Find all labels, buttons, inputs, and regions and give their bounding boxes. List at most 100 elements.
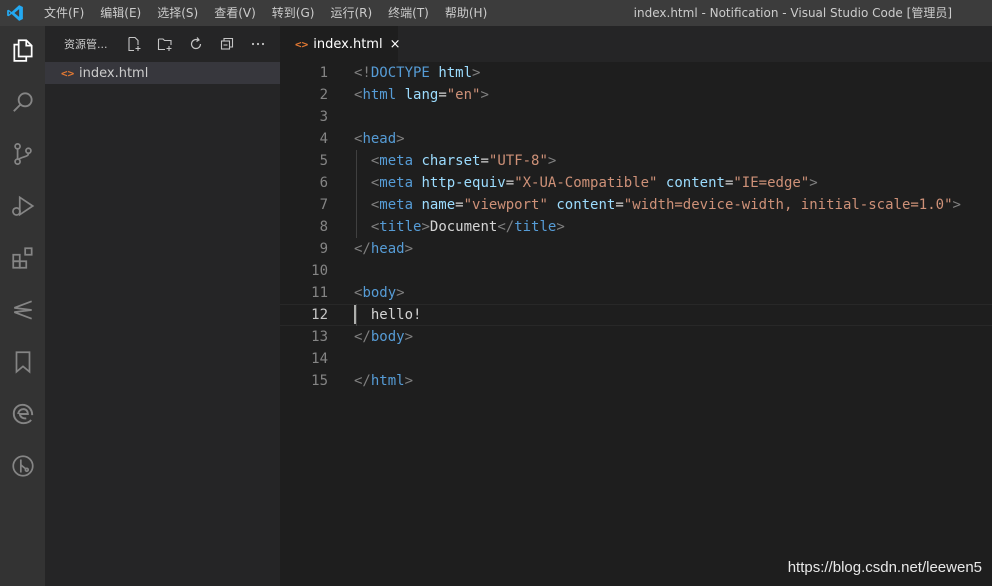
code-token: html <box>362 87 397 103</box>
file-name: index.html <box>79 65 149 81</box>
code-token: meta <box>379 153 414 169</box>
window-title: index.html - Notification - Visual Studi… <box>633 6 952 20</box>
code-token: = <box>455 197 464 213</box>
menu-edit[interactable]: 编辑(E) <box>92 0 149 26</box>
activity-bar <box>0 26 45 586</box>
code-token: charset <box>421 153 481 169</box>
vscode-logo-icon <box>4 0 26 26</box>
code-token: = <box>480 153 489 169</box>
code-token: > <box>404 373 414 389</box>
line-number-gutter: 1 2 3 4 5 6 7 8 9 10 11 12 13 14 15 <box>280 62 340 392</box>
edge-icon[interactable] <box>0 390 45 438</box>
explorer-sidebar: 资源管... <> index.html <box>45 26 280 586</box>
git-graph-icon[interactable] <box>0 442 45 490</box>
tab-index-html[interactable]: <> index.html × <box>280 26 401 62</box>
line-number: 9 <box>319 241 328 257</box>
indent-guide <box>356 150 357 238</box>
code-line[interactable]: <title>Document</title> <box>354 216 992 238</box>
code-token: = <box>505 175 515 191</box>
code-line[interactable]: </body> <box>354 326 992 348</box>
files-icon[interactable] <box>0 26 45 74</box>
line-number: 3 <box>319 109 328 125</box>
menu-terminal[interactable]: 终端(T) <box>380 0 437 26</box>
code-token: </ <box>354 329 371 345</box>
code-line[interactable] <box>354 260 992 282</box>
code-line[interactable]: <body> <box>354 282 992 304</box>
code-line[interactable] <box>354 106 992 128</box>
search-icon[interactable] <box>0 78 45 126</box>
code-area[interactable]: <!DOCTYPE html> <html lang="en"> <head> <m… <box>354 62 992 392</box>
code-token: "viewport" <box>463 197 548 213</box>
code-token: meta <box>379 175 414 191</box>
extensions-icon[interactable] <box>0 234 45 282</box>
code-token: > <box>396 285 405 301</box>
line-number: 2 <box>319 87 328 103</box>
code-token: Document <box>429 219 498 235</box>
code-token: > <box>952 197 961 213</box>
code-token: title <box>379 219 422 235</box>
explorer-title: 资源管... <box>64 38 108 51</box>
line-number: 15 <box>311 373 328 389</box>
code-token: body <box>362 285 397 301</box>
code-token: </ <box>497 219 515 235</box>
menu-selection[interactable]: 选择(S) <box>149 0 206 26</box>
new-file-icon[interactable] <box>123 33 145 55</box>
menu-file[interactable]: 文件(F) <box>36 0 92 26</box>
title-bar: 文件(F) 编辑(E) 选择(S) 查看(V) 转到(G) 运行(R) 终端(T… <box>0 0 992 26</box>
html-file-icon: <> <box>61 66 75 80</box>
new-folder-icon[interactable] <box>154 33 176 55</box>
menu-run[interactable]: 运行(R) <box>322 0 380 26</box>
line-number: 4 <box>319 131 328 147</box>
line-number: 13 <box>311 329 328 345</box>
code-token: "en" <box>446 87 481 103</box>
code-token: html <box>370 373 405 389</box>
code-token: head <box>362 131 397 147</box>
run-debug-icon[interactable] <box>0 182 45 230</box>
code-token: http-equiv <box>421 175 506 191</box>
code-token: body <box>370 329 405 345</box>
refresh-icon[interactable] <box>185 33 207 55</box>
collapse-all-icon[interactable] <box>216 33 238 55</box>
code-token: "X-UA-Compatible" <box>514 175 658 191</box>
menu-help[interactable]: 帮助(H) <box>437 0 495 26</box>
code-token: content <box>665 175 725 191</box>
code-token: > <box>404 241 414 257</box>
editor-tab-bar: <> index.html × <box>280 26 992 62</box>
line-number: 7 <box>319 197 328 213</box>
code-token: <! <box>354 65 371 81</box>
code-line[interactable]: <head> <box>354 128 992 150</box>
menu-view[interactable]: 查看(V) <box>206 0 264 26</box>
line-number: 11 <box>311 285 328 301</box>
code-editor[interactable]: 1 2 3 4 5 6 7 8 9 10 11 12 13 14 15 <!DOCTYPE html> <ht… <box>280 62 992 586</box>
code-token: > <box>472 65 481 81</box>
code-line[interactable]: <meta http-equiv="X-UA-Compatible" conte… <box>354 172 992 194</box>
code-token: content <box>556 197 616 213</box>
code-line[interactable]: </html> <box>354 370 992 392</box>
code-token: </ <box>354 373 371 389</box>
code-line[interactable] <box>354 348 992 370</box>
close-icon[interactable]: × <box>390 37 401 52</box>
code-token: meta <box>379 197 414 213</box>
code-token: title <box>514 219 557 235</box>
code-token: = <box>615 197 624 213</box>
menu-go[interactable]: 转到(G) <box>264 0 323 26</box>
remote-icon[interactable] <box>0 286 45 334</box>
code-line[interactable]: <html lang="en"> <box>354 84 992 106</box>
line-number: 6 <box>319 175 328 191</box>
code-line[interactable]: <meta charset="UTF-8"> <box>354 150 992 172</box>
watermark: https://blog.csdn.net/leewen5 <box>787 559 982 576</box>
code-token: name <box>421 197 456 213</box>
code-token: lang <box>404 87 439 103</box>
code-line[interactable]: <meta name="viewport" content="width=dev… <box>354 194 992 216</box>
bookmark-icon[interactable] <box>0 338 45 386</box>
html-file-icon: <> <box>295 37 309 51</box>
source-control-icon[interactable] <box>0 130 45 178</box>
menu-bar: 文件(F) 编辑(E) 选择(S) 查看(V) 转到(G) 运行(R) 终端(T… <box>36 0 495 26</box>
more-icon[interactable] <box>247 33 269 55</box>
code-token: > <box>809 175 818 191</box>
code-token: "width=device-width, initial-scale=1.0" <box>623 197 953 213</box>
code-line[interactable]: </head> <box>354 238 992 260</box>
explorer-file-index-html[interactable]: <> index.html <box>45 62 280 84</box>
code-line[interactable]: <!DOCTYPE html> <box>354 62 992 84</box>
